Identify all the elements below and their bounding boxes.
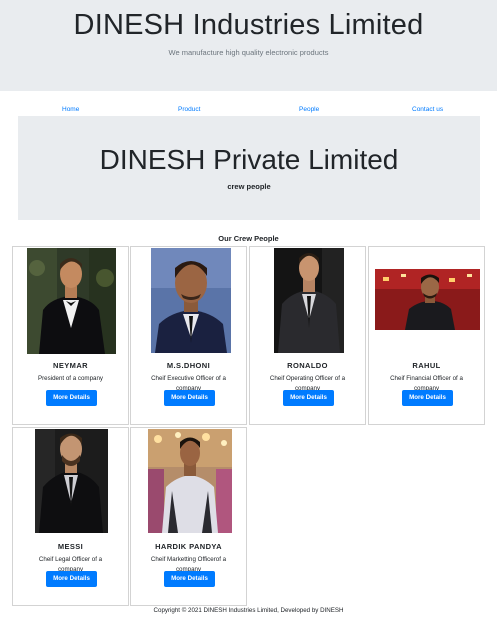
person-name: RAHUL bbox=[412, 361, 441, 370]
person-name: M.S.DHONI bbox=[166, 361, 211, 370]
more-details-button[interactable]: More Details bbox=[402, 390, 453, 406]
person-photo bbox=[274, 248, 344, 353]
person-name: RONALDO bbox=[287, 361, 328, 370]
nav-link-home[interactable]: Home bbox=[62, 106, 79, 113]
more-details-button[interactable]: More Details bbox=[164, 390, 215, 406]
more-details-button[interactable]: More Details bbox=[164, 571, 215, 587]
person-photo bbox=[375, 269, 480, 330]
person-card: NEYMAR President of a company More Detai… bbox=[12, 246, 129, 425]
person-photo bbox=[27, 248, 116, 354]
person-role: President of a company bbox=[37, 375, 103, 382]
person-name: HARDIK PANDYA bbox=[155, 542, 222, 551]
footer-copyright: Copyright © 2021 DINESH Industries Limit… bbox=[153, 607, 344, 614]
nav-link-contact[interactable]: Contact us bbox=[412, 106, 443, 113]
company-banner: DINESH Private Limited crew people bbox=[18, 116, 480, 220]
nav-link-product[interactable]: Product bbox=[178, 106, 200, 113]
person-card: RAHUL Cheif Financial Officer of a compa… bbox=[368, 246, 485, 425]
person-photo bbox=[148, 429, 232, 533]
person-card: HARDIK PANDYA Cheif Marketting Officerof… bbox=[130, 427, 247, 606]
banner-subtitle: crew people bbox=[227, 182, 271, 191]
section-title: Our Crew People bbox=[218, 234, 279, 243]
person-card: RONALDO Cheif Operating Officer of a com… bbox=[249, 246, 366, 425]
more-details-button[interactable]: More Details bbox=[46, 571, 97, 587]
more-details-button[interactable]: More Details bbox=[46, 390, 97, 406]
site-header: DINESH Industries Limited We manufacture… bbox=[0, 0, 497, 91]
person-card: MESSI Cheif Legal Officer of a company M… bbox=[12, 427, 129, 606]
nav-link-people[interactable]: People bbox=[299, 106, 319, 113]
main-nav: Home Product People Contact us bbox=[0, 106, 497, 116]
site-title: DINESH Industries Limited bbox=[73, 9, 424, 41]
person-name: MESSI bbox=[57, 542, 84, 551]
person-photo bbox=[151, 248, 231, 353]
more-details-button[interactable]: More Details bbox=[283, 390, 334, 406]
person-name: NEYMAR bbox=[53, 361, 88, 370]
banner-title: DINESH Private Limited bbox=[99, 144, 399, 175]
person-card: M.S.DHONI Cheif Executive Officer of a c… bbox=[130, 246, 247, 425]
person-photo bbox=[35, 429, 108, 533]
site-tagline: We manufacture high quality electronic p… bbox=[168, 48, 329, 57]
